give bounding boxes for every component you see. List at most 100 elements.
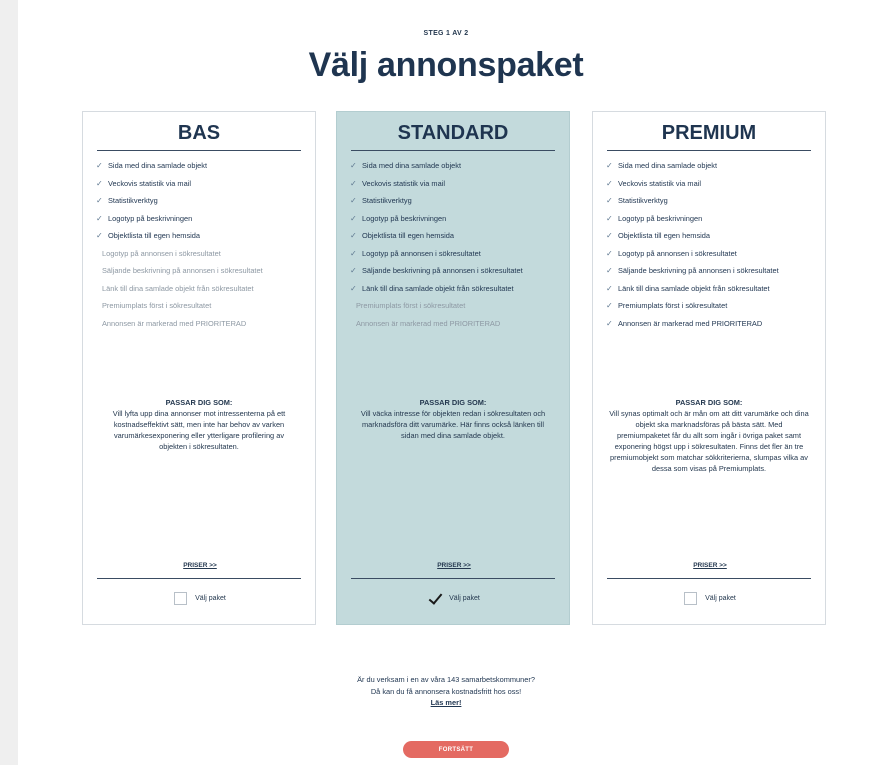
feature-excluded: Länk till dina samlade objekt från sökre… — [96, 284, 308, 294]
feature-label: Sida med dina samlade objekt — [108, 161, 208, 170]
check-icon: ✓ — [96, 161, 103, 170]
package-title: BAS — [177, 122, 221, 144]
feature-included: ✓ Objektlista till egen hemsida — [606, 231, 818, 241]
feature-label: Säljande beskrivning på annonsen i sökre… — [362, 266, 523, 275]
feature-label: Objektlista till egen hemsida — [618, 231, 711, 240]
feature-label: Veckovis statistik via mail — [108, 178, 191, 188]
fit-description: PASSAR DIG SOM: Vill synas optimalt och ä… — [609, 397, 809, 474]
feature-label: Logotyp på beskrivningen — [108, 213, 193, 223]
feature-list: ✓ Sida med dina samlade objekt ✓ Veckovis s… — [606, 161, 818, 336]
feature-label: Veckovis statistik via mail — [362, 178, 445, 188]
check-icon: ✓ — [606, 196, 613, 205]
choose-package-checkbox[interactable]: Välj paket — [593, 590, 827, 606]
check-icon: ✓ — [606, 231, 613, 240]
check-icon: ✓ — [350, 266, 357, 275]
check-icon: ✓ — [606, 318, 613, 328]
feature-included: ✓ Logotyp på beskrivningen — [350, 214, 562, 224]
check-icon: ✓ — [96, 196, 103, 205]
feature-excluded: Logotyp på annonsen i sökresultatet — [96, 249, 308, 259]
checkbox[interactable] — [684, 591, 698, 605]
check-icon: ✓ — [606, 283, 613, 293]
feature-label: Länk till dina samlade objekt från sökre… — [102, 283, 254, 293]
package-title: PREMIUM — [661, 122, 757, 144]
check-icon: ✓ — [350, 283, 357, 293]
feature-included: ✓ Premiumplats först i sökresultatet — [606, 301, 818, 311]
feature-list: ✓ Sida med dina samlade objekt ✓ Veckovis s… — [350, 161, 562, 336]
feature-label: Logotyp på annonsen i sökresultatet — [618, 248, 737, 258]
check-icon: ✓ — [350, 231, 357, 240]
fit-description: PASSAR DIG SOM: Vill lyfta upp dina annon… — [99, 397, 299, 452]
feature-included: ✓ Sida med dina samlade objekt — [350, 161, 562, 171]
feature-excluded: Premiumplats först i sökresultatet — [350, 301, 562, 311]
divider — [97, 578, 301, 579]
check-icon: ✓ — [606, 178, 613, 188]
feature-label: Annonsen är markerad med PRIORITERAD — [618, 318, 763, 328]
divider — [607, 150, 811, 151]
fit-description: PASSAR DIG SOM: Vill väcka intresse för o… — [353, 397, 553, 441]
feature-label: Annonsen är markerad med PRIORITERAD — [102, 318, 247, 328]
feature-included: ✓ Länk till dina samlade objekt från sökr… — [606, 284, 818, 294]
package-card-bas[interactable]: BAS ✓ Sida med dina samlade objekt ✓ Veckovi… — [82, 111, 316, 625]
prices-link[interactable]: PRISER >> — [83, 562, 317, 569]
feature-label: Premiumplats först i sökresultatet — [618, 301, 728, 310]
prices-link[interactable]: PRISER >> — [337, 562, 571, 569]
feature-label: Logotyp på annonsen i sökresultatet — [102, 248, 221, 258]
checkbox[interactable] — [174, 591, 188, 605]
feature-label: Objektlista till egen hemsida — [108, 231, 201, 240]
check-icon: ✓ — [96, 213, 103, 223]
check-icon: ✓ — [350, 196, 357, 205]
feature-label: Premiumplats först i sökresultatet — [356, 301, 466, 310]
fit-text: Vill synas optimalt och är mån om att di… — [609, 409, 809, 473]
feature-excluded: Annonsen är markerad med PRIORITERAD — [96, 319, 308, 329]
choose-package-checkbox[interactable]: Välj paket — [337, 590, 571, 606]
continue-button[interactable]: FORTSÄTT — [403, 741, 509, 758]
feature-excluded: Annonsen är markerad med PRIORITERAD — [350, 319, 562, 329]
read-more-link[interactable]: Läs mer! — [431, 698, 462, 707]
feature-label: Objektlista till egen hemsida — [362, 231, 455, 240]
divider — [351, 578, 555, 579]
promo-line-1: Är du verksam i en av våra 143 samarbets… — [357, 675, 535, 684]
feature-included: ✓ Länk till dina samlade objekt från sökr… — [350, 284, 562, 294]
feature-label: Statistikverktyg — [108, 196, 158, 205]
feature-included: ✓ Objektlista till egen hemsida — [96, 231, 308, 241]
check-icon: ✓ — [606, 213, 613, 223]
package-card-premium[interactable]: PREMIUM ✓ Sida med dina samlade objekt ✓ Vec… — [592, 111, 826, 625]
checkmark-icon[interactable] — [428, 592, 441, 605]
divider — [351, 150, 555, 151]
feature-included: ✓ Sida med dina samlade objekt — [96, 161, 308, 171]
feature-label: Länk till dina samlade objekt från sökre… — [362, 283, 514, 293]
fit-text: Vill lyfta upp dina annonser mot intress… — [112, 409, 286, 451]
feature-included: ✓ Veckovis statistik via mail — [606, 179, 818, 189]
choose-package-checkbox[interactable]: Välj paket — [83, 590, 317, 606]
choose-package-label: Välj paket — [449, 594, 480, 602]
package-card-standard[interactable]: STANDARD ✓ Sida med dina samlade objekt ✓ Ve… — [336, 111, 570, 625]
step-indicator: STEG 1 AV 2 — [423, 30, 469, 37]
feature-label: Logotyp på beskrivningen — [362, 213, 447, 223]
fit-heading: PASSAR DIG SOM: — [675, 398, 743, 407]
check-icon: ✓ — [96, 178, 103, 188]
feature-excluded: Premiumplats först i sökresultatet — [96, 301, 308, 311]
feature-label: Logotyp på beskrivningen — [618, 213, 703, 223]
check-icon: ✓ — [350, 213, 357, 223]
feature-label: Statistikverktyg — [362, 196, 412, 205]
feature-excluded: Säljande beskrivning på annonsen i sökre… — [96, 266, 308, 276]
divider — [607, 578, 811, 579]
check-icon: ✓ — [350, 161, 357, 170]
feature-label: Länk till dina samlade objekt från sökre… — [618, 283, 770, 293]
feature-label: Säljande beskrivning på annonsen i sökre… — [618, 266, 779, 275]
check-icon: ✓ — [350, 248, 357, 258]
check-icon: ✓ — [606, 161, 613, 170]
feature-label: Säljande beskrivning på annonsen i sökre… — [102, 266, 263, 275]
divider — [97, 150, 301, 151]
feature-included: ✓ Säljande beskrivning på annonsen i sökr… — [350, 266, 562, 276]
feature-label: Sida med dina samlade objekt — [618, 161, 718, 170]
promo-line-2: Då kan du få annonsera kostnadsfritt hos… — [370, 686, 522, 696]
feature-included: ✓ Logotyp på annonsen i sökresultatet — [350, 249, 562, 259]
check-icon: ✓ — [96, 231, 103, 240]
feature-included: ✓ Logotyp på annonsen i sökresultatet — [606, 249, 818, 259]
prices-link[interactable]: PRISER >> — [593, 562, 827, 569]
check-icon: ✓ — [606, 248, 613, 258]
check-icon: ✓ — [606, 301, 613, 310]
feature-label: Annonsen är markerad med PRIORITERAD — [356, 318, 501, 328]
feature-included: ✓ Statistikverktyg — [96, 196, 308, 206]
